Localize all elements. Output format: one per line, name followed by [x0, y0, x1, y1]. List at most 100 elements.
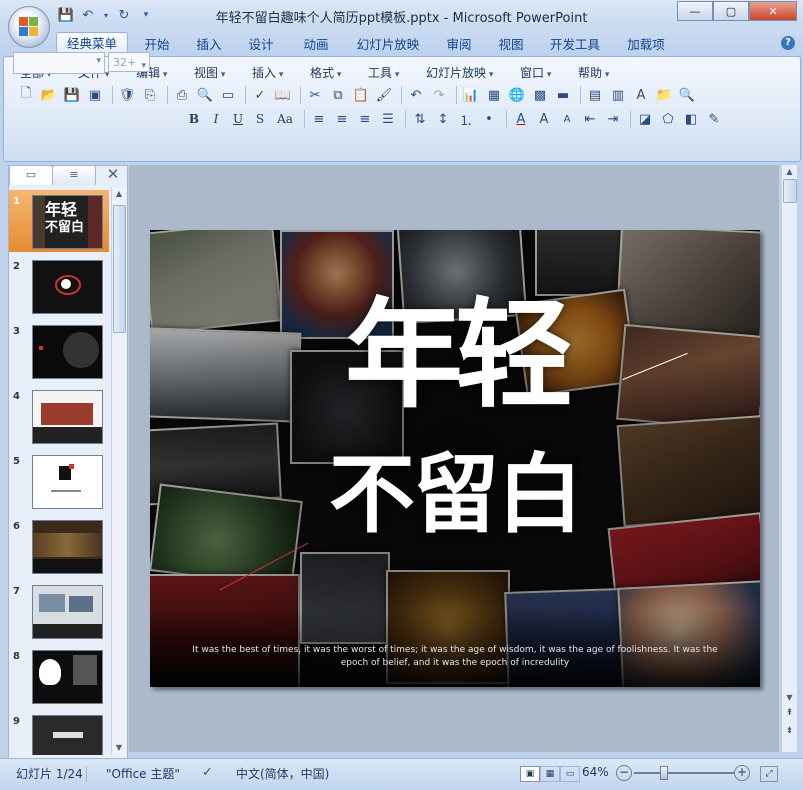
save-icon[interactable]: 💾: [62, 85, 82, 105]
open-icon[interactable]: 📂: [39, 85, 59, 105]
slide-title[interactable]: 年轻: [150, 290, 760, 420]
slide-thumbnail[interactable]: 9: [9, 710, 109, 755]
new-slide-icon[interactable]: ▤: [585, 85, 605, 105]
tab-design[interactable]: 设计: [240, 34, 282, 56]
table-icon[interactable]: ▦: [484, 85, 504, 105]
tab-slides-view[interactable]: ▭: [9, 165, 53, 185]
permission-icon[interactable]: 🛡: [117, 85, 137, 105]
slide-thumbnail[interactable]: 6: [9, 515, 109, 577]
slide-thumbnail[interactable]: 1 年轻 不留白: [9, 190, 109, 252]
menu-slideshow[interactable]: 幻灯片放映: [426, 64, 493, 81]
save-icon[interactable]: 💾: [58, 7, 74, 23]
minimize-button[interactable]: —: [677, 1, 713, 21]
slide-thumbnail[interactable]: 7: [9, 580, 109, 642]
menu-view[interactable]: 视图: [194, 64, 225, 81]
cut-icon[interactable]: ✂: [305, 85, 325, 105]
undo-icon[interactable]: ↶: [80, 7, 96, 23]
align-center-icon[interactable]: ≡: [332, 109, 352, 129]
font-name-combo[interactable]: [13, 52, 105, 74]
customize-qat-icon[interactable]: ▾: [138, 7, 154, 23]
bullets-icon[interactable]: •: [479, 109, 499, 129]
hyperlink-icon[interactable]: 🌐: [507, 85, 527, 105]
line-spacing-icon[interactable]: ↕: [433, 109, 453, 129]
slide-thumbnail[interactable]: 8: [9, 645, 109, 707]
layout-icon[interactable]: ▥: [608, 85, 628, 105]
color-grayscale-icon[interactable]: ▩: [530, 85, 550, 105]
underline-button[interactable]: U: [228, 110, 248, 128]
spelling-check-icon[interactable]: ✓: [202, 765, 213, 780]
shapes-icon[interactable]: ⬠: [658, 109, 678, 129]
undo-dropdown-icon[interactable]: ▾: [102, 7, 110, 23]
chart-icon[interactable]: 📊: [461, 85, 481, 105]
print-preview-icon[interactable]: 🔍: [195, 85, 215, 105]
tab-developer[interactable]: 开发工具: [542, 34, 608, 56]
normal-view-icon[interactable]: ▣: [520, 766, 540, 782]
folder-icon[interactable]: 📁: [654, 85, 674, 105]
print-icon[interactable]: ⎙: [172, 85, 192, 105]
zoom-slider-track[interactable]: [634, 772, 734, 774]
slide-quote[interactable]: It was the best of times, it was the wor…: [190, 644, 720, 670]
shadow-button[interactable]: S: [250, 110, 270, 128]
slideshow-view-icon[interactable]: ▭: [560, 766, 580, 782]
grow-font-icon[interactable]: A: [534, 109, 554, 129]
language-indicator[interactable]: 中文(简体，中国): [236, 765, 329, 782]
office-button[interactable]: [8, 6, 50, 48]
page-setup-icon[interactable]: ▭: [218, 85, 238, 105]
numbering-icon[interactable]: ⒈: [456, 109, 476, 129]
tab-outline-view[interactable]: ≡: [52, 165, 96, 185]
decrease-indent-icon[interactable]: ⇤: [580, 109, 600, 129]
tab-slideshow[interactable]: 幻灯片放映: [348, 34, 428, 56]
menu-insert[interactable]: 插入: [252, 64, 283, 81]
justify-icon[interactable]: ☰: [378, 109, 398, 129]
text-direction-icon[interactable]: ⇅: [410, 109, 430, 129]
font-color-icon[interactable]: A: [511, 109, 531, 129]
redo-icon[interactable]: ↷: [429, 85, 449, 105]
tab-view[interactable]: 视图: [490, 34, 532, 56]
align-left-icon[interactable]: ≡: [309, 109, 329, 129]
increase-indent-icon[interactable]: ⇥: [603, 109, 623, 129]
fit-to-window-icon[interactable]: ⤢: [760, 766, 778, 782]
tab-animation[interactable]: 动画: [293, 34, 339, 56]
publish-icon[interactable]: ▣: [85, 85, 105, 105]
slide-canvas[interactable]: 年轻 不留白 It was the best of times, it was …: [150, 230, 760, 687]
pane-scrollbar[interactable]: ▲ ▼: [111, 187, 126, 755]
paste-icon[interactable]: 📋: [351, 85, 371, 105]
scroll-down-icon[interactable]: ▼: [784, 693, 795, 702]
maximize-button[interactable]: ▢: [713, 1, 749, 21]
change-case-button[interactable]: Aa: [272, 110, 298, 128]
menu-window[interactable]: 窗口: [520, 64, 551, 81]
shape-outline-icon[interactable]: ✎: [704, 109, 724, 129]
copy-icon[interactable]: ⧉: [328, 85, 348, 105]
tab-addins[interactable]: 加载项: [620, 34, 672, 56]
pane-scroll-thumb[interactable]: [113, 205, 126, 333]
previous-slide-icon[interactable]: ⇞: [784, 709, 795, 718]
zoom-slider-thumb[interactable]: [660, 766, 668, 780]
slide-sorter-icon[interactable]: ▦: [540, 766, 560, 782]
editor-scroll-thumb[interactable]: [783, 179, 797, 203]
next-slide-icon[interactable]: ⇟: [784, 727, 795, 736]
tab-insert[interactable]: 插入: [188, 34, 230, 56]
pane-close-icon[interactable]: ✕: [104, 165, 122, 183]
align-right-icon[interactable]: ≡: [355, 109, 375, 129]
find-icon[interactable]: 🔍: [677, 85, 697, 105]
arrange-icon[interactable]: ◪: [635, 109, 655, 129]
format-painter-icon[interactable]: 🖌: [374, 85, 394, 105]
tab-review[interactable]: 审阅: [438, 34, 480, 56]
font-size-combo[interactable]: 32+: [108, 52, 150, 76]
zoom-out-icon[interactable]: −: [616, 765, 632, 781]
menu-help[interactable]: 帮助: [578, 64, 609, 81]
slide-subtitle[interactable]: 不留白: [150, 445, 760, 545]
attach-icon[interactable]: ⎘: [140, 85, 160, 105]
slide-thumbnail[interactable]: 2: [9, 255, 109, 317]
shrink-font-icon[interactable]: A: [557, 109, 577, 129]
slide-thumbnail[interactable]: 3: [9, 320, 109, 382]
new-icon[interactable]: 🗋: [16, 85, 36, 105]
help-icon[interactable]: ?: [781, 36, 795, 50]
zoom-in-icon[interactable]: +: [734, 765, 750, 781]
close-button[interactable]: ✕: [749, 1, 797, 21]
italic-button[interactable]: I: [206, 110, 226, 128]
quick-styles-icon[interactable]: ◧: [681, 109, 701, 129]
slide-thumbnail[interactable]: 5: [9, 450, 109, 512]
research-icon[interactable]: 📖: [273, 85, 293, 105]
textbox-icon[interactable]: A: [631, 85, 651, 105]
